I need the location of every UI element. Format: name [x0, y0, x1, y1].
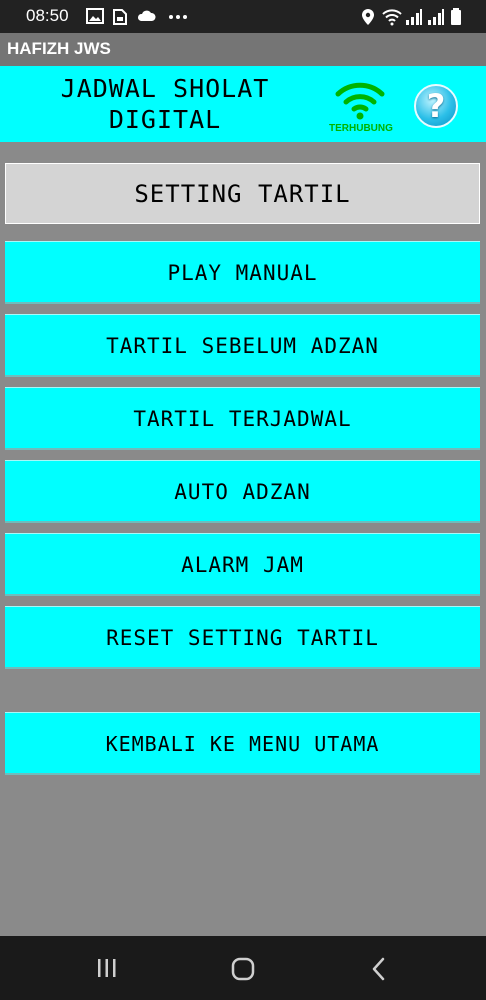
help-button[interactable]: ? [414, 84, 458, 128]
app-title: HAFIZH JWS [7, 39, 111, 58]
connection-status[interactable]: TERHUBUNG [329, 76, 393, 136]
signal-icon [428, 9, 444, 25]
app-title-bar: HAFIZH JWS [0, 33, 486, 66]
back-to-main-menu-button[interactable]: KEMBALI KE MENU UTAMA [5, 712, 480, 775]
header-title-line2: DIGITAL [108, 105, 222, 134]
play-manual-button[interactable]: PLAY MANUAL [5, 241, 480, 304]
cloud-icon [137, 10, 156, 21]
status-time: 08:50 [26, 6, 69, 25]
connection-status-label: TERHUBUNG [329, 123, 393, 134]
header-title-line1: JADWAL SHOLAT [60, 74, 270, 103]
location-icon [362, 9, 374, 25]
recent-apps-icon[interactable] [96, 957, 118, 979]
alarm-jam-button[interactable]: ALARM JAM [5, 533, 480, 596]
battery-icon [451, 8, 461, 25]
reset-setting-tartil-button[interactable]: RESET SETTING TARTIL [5, 606, 480, 669]
tartil-sebelum-adzan-button[interactable]: TARTIL SEBELUM ADZAN [5, 314, 480, 377]
auto-adzan-button[interactable]: AUTO ADZAN [5, 460, 480, 523]
status-bar: 08:50 [0, 0, 486, 33]
more-dots-icon [169, 15, 187, 19]
section-title: SETTING TARTIL [5, 163, 480, 224]
back-icon[interactable] [370, 957, 386, 981]
signal-icon [406, 9, 422, 25]
wifi-status-icon [382, 9, 402, 26]
sim-icon [113, 9, 127, 25]
image-icon [86, 8, 104, 24]
header-title: JADWAL SHOLAT DIGITAL [0, 73, 330, 135]
home-icon[interactable] [231, 957, 255, 981]
tartil-terjadwal-button[interactable]: TARTIL TERJADWAL [5, 387, 480, 450]
wifi-icon [335, 82, 385, 120]
navigation-bar [0, 936, 486, 1000]
